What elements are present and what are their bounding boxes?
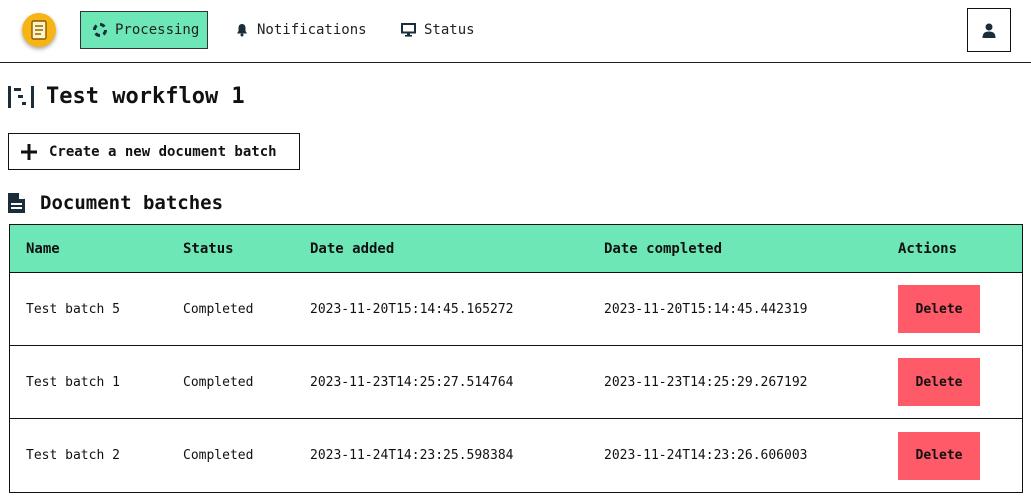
table-row: Test batch 5 Completed 2023-11-20T15:14:… <box>10 273 1022 346</box>
batch-name: Test batch 1 <box>26 374 120 390</box>
batch-actions: Delete <box>898 346 980 418</box>
table-header: Name Status Date added Date completed Ac… <box>10 225 1022 273</box>
batch-date-added: 2023-11-20T15:14:45.165272 <box>310 301 514 317</box>
bell-icon <box>235 23 249 37</box>
plus-icon <box>21 143 37 160</box>
user-icon <box>982 23 996 38</box>
batch-status: Completed <box>183 448 254 463</box>
column-header-actions: Actions <box>898 240 958 257</box>
column-header-date-completed: Date completed <box>604 240 723 257</box>
workflow-icon <box>8 85 34 108</box>
batch-date-added: 2023-11-23T14:25:27.514764 <box>310 374 514 390</box>
column-header-name: Name <box>26 240 60 257</box>
batch-date-completed: 2023-11-24T14:23:26.606003 <box>604 448 808 463</box>
batch-date-completed: 2023-11-20T15:14:45.442319 <box>604 301 808 317</box>
column-header-date-added: Date added <box>310 240 395 257</box>
batch-date-added: 2023-11-24T14:23:25.598384 <box>310 448 514 463</box>
monitor-icon <box>401 23 416 37</box>
batch-status: Completed <box>183 301 254 317</box>
user-menu-button[interactable] <box>967 8 1011 52</box>
nav-processing[interactable]: Processing <box>80 11 208 49</box>
top-navigation: Processing Notifications Status <box>0 0 1031 63</box>
section-title: Document batches <box>8 192 223 214</box>
table-row: Test batch 1 Completed 2023-11-23T14:25:… <box>10 346 1022 419</box>
batch-name: Test batch 2 <box>26 448 120 463</box>
batch-actions: Delete <box>898 419 980 492</box>
nav-notifications-label: Notifications <box>257 22 367 38</box>
nav-status[interactable]: Status <box>389 11 487 49</box>
nav-processing-label: Processing <box>115 22 200 38</box>
column-header-status: Status <box>183 240 234 257</box>
create-batch-button[interactable]: Create a new document batch <box>8 133 300 170</box>
document-icon <box>31 20 47 40</box>
nav-notifications[interactable]: Notifications <box>223 11 379 49</box>
file-lines-icon <box>8 193 26 213</box>
section-title-text: Document batches <box>40 192 224 214</box>
table-row: Test batch 2 Completed 2023-11-24T14:23:… <box>10 419 1022 492</box>
spinner-icon <box>93 23 107 37</box>
page-title: Test workflow 1 <box>8 84 245 109</box>
page-title-text: Test workflow 1 <box>46 84 245 109</box>
delete-button[interactable]: Delete <box>898 285 980 333</box>
batch-date-completed: 2023-11-23T14:25:29.267192 <box>604 374 808 390</box>
batch-name: Test batch 5 <box>26 301 120 317</box>
create-batch-label: Create a new document batch <box>49 143 277 160</box>
app-logo[interactable] <box>22 13 56 47</box>
batches-table: Name Status Date added Date completed Ac… <box>9 224 1023 493</box>
nav-status-label: Status <box>424 22 475 38</box>
delete-button[interactable]: Delete <box>898 358 980 406</box>
batch-actions: Delete <box>898 273 980 345</box>
batch-status: Completed <box>183 374 254 390</box>
delete-button[interactable]: Delete <box>898 431 980 480</box>
